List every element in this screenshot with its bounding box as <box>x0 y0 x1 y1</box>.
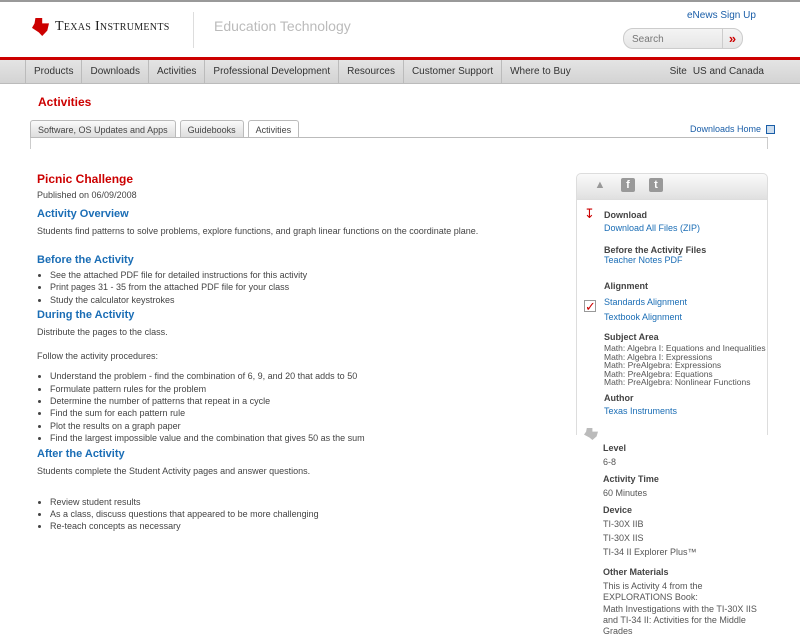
overview-heading: Activity Overview <box>37 208 129 220</box>
subject-item: Math: PreAlgebra: Nonlinear Functions <box>604 377 751 387</box>
device-item: TI-30X IIB <box>603 519 644 529</box>
nav-professional-development[interactable]: Professional Development <box>205 60 340 84</box>
activity-content: Picnic Challenge Published on 06/09/2008… <box>37 172 557 536</box>
site-selector[interactable]: Site US and Canada <box>670 66 764 77</box>
ti-logo-icon <box>32 18 49 36</box>
before-files-heading: Before the Activity Files <box>604 245 707 255</box>
brand-name: Texas Instruments <box>55 19 170 34</box>
nav-customer-support[interactable]: Customer Support <box>404 60 503 84</box>
tab-activities[interactable]: Activities <box>247 120 300 138</box>
enews-signup-link[interactable]: eNews Sign Up <box>687 10 756 21</box>
time-heading: Activity Time <box>603 474 659 484</box>
section-title: Education Technology <box>214 18 351 34</box>
list-item: Study the calculator keystrokes <box>37 294 557 306</box>
ti-logo[interactable]: Texas Instruments <box>32 18 170 36</box>
search-box[interactable]: Search» <box>623 28 743 49</box>
nav-downloads[interactable]: Downloads <box>82 60 149 84</box>
nav-activities[interactable]: Activities <box>149 60 206 84</box>
before-list: See the attached PDF file for detailed i… <box>37 269 557 306</box>
list-item: Review student results <box>37 496 557 508</box>
during-text-2: Follow the activity procedures: <box>37 351 159 362</box>
sidebar-details: Level 6-8 Activity Time 60 Minutes Devic… <box>576 435 768 637</box>
teacher-notes-link[interactable]: Teacher Notes PDF <box>604 255 767 265</box>
download-heading: Download <box>604 210 647 220</box>
after-text: Students complete the Student Activity p… <box>37 465 311 476</box>
downloads-home-label[interactable]: Downloads Home <box>690 124 761 134</box>
other-materials-heading: Other Materials <box>603 567 669 577</box>
device-item: TI-30X IIS <box>603 533 644 543</box>
nav-resources[interactable]: Resources <box>339 60 404 84</box>
nav-products[interactable]: Products <box>26 60 83 84</box>
list-item: As a class, discuss questions that appea… <box>37 508 557 520</box>
during-heading: During the Activity <box>37 309 135 322</box>
site-label: Site <box>669 66 687 77</box>
device-heading: Device <box>603 505 633 515</box>
level-heading: Level <box>603 443 627 453</box>
checkmark-icon: ✓ <box>584 299 596 314</box>
level-value: 6-8 <box>603 457 617 467</box>
search-input[interactable]: Search <box>624 29 722 48</box>
share-bar: ▲ f t <box>576 173 768 200</box>
after-list: Review student results As a class, discu… <box>37 496 557 533</box>
list-item: Re-teach concepts as necessary <box>37 520 557 532</box>
facebook-icon[interactable]: f <box>621 178 635 192</box>
other-materials-text: Math Investigations with the TI-30X IIS … <box>603 604 757 636</box>
sidebar-panel: ↧ Download Download All Files (ZIP) Befo… <box>576 200 768 440</box>
time-value: 60 Minutes <box>603 488 648 498</box>
list-item: Determine the number of patterns that re… <box>37 395 557 407</box>
device-item: TI-34 II Explorer Plus™ <box>603 547 697 557</box>
nav-where-to-buy[interactable]: Where to Buy <box>502 60 579 84</box>
author-heading: Author <box>604 392 634 403</box>
tab-software[interactable]: Software, OS Updates and Apps <box>30 120 176 137</box>
tab-bar: Software, OS Updates and Apps Guidebooks… <box>30 120 300 138</box>
tab-underline <box>30 137 768 138</box>
subject-heading: Subject Area <box>604 332 659 342</box>
standards-alignment-link[interactable]: Standards Alignment <box>604 297 767 307</box>
published-date: Published on 06/09/2008 <box>37 190 137 200</box>
overview-text: Students find patterns to solve problems… <box>37 226 479 236</box>
list-item: Find the largest impossible value and th… <box>37 432 557 444</box>
after-heading: After the Activity <box>37 447 125 460</box>
twitter-icon[interactable]: t <box>649 178 663 192</box>
activity-title: Picnic Challenge <box>37 172 134 186</box>
other-materials-text: This is Activity 4 from the EXPLORATIONS… <box>603 581 703 602</box>
home-icon[interactable] <box>766 124 776 134</box>
during-text-1: Distribute the pages to the class. <box>37 327 168 338</box>
tab-panel-border <box>30 137 768 149</box>
top-border <box>0 0 800 2</box>
search-go-button[interactable]: » <box>722 29 742 48</box>
alignment-heading: Alignment <box>604 281 648 291</box>
downloads-home-link[interactable]: Downloads Home <box>690 124 776 134</box>
textbook-alignment-link[interactable]: Textbook Alignment <box>604 312 767 322</box>
page-heading: Activities <box>38 95 92 109</box>
list-item: Find the sum for each pattern rule <box>37 407 557 419</box>
tab-guidebooks[interactable]: Guidebooks <box>179 120 244 137</box>
list-item: Formulate pattern rules for the problem <box>37 383 557 395</box>
activity-sidebar: ▲ f t ↧ Download Download All Files (ZIP… <box>576 173 768 637</box>
download-icon: ↧ <box>584 206 595 221</box>
list-item: Print pages 31 - 35 from the attached PD… <box>37 281 557 293</box>
site-value[interactable]: US and Canada <box>693 66 764 77</box>
list-item: Plot the results on a graph paper <box>37 420 557 432</box>
list-item: See the attached PDF file for detailed i… <box>37 269 557 281</box>
during-list: Understand the problem - find the combin… <box>37 370 557 444</box>
author-link[interactable]: Texas Instruments <box>604 406 767 416</box>
like-icon[interactable]: ▲ <box>593 178 607 192</box>
download-all-link[interactable]: Download All Files (ZIP) <box>604 223 767 233</box>
divider <box>193 12 194 48</box>
list-item: Understand the problem - find the combin… <box>37 370 557 382</box>
before-heading: Before the Activity <box>37 254 134 266</box>
